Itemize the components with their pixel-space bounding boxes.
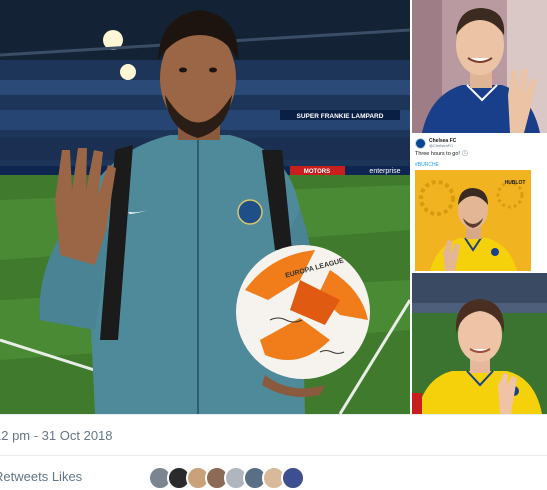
photo-bottom-right[interactable] (412, 273, 547, 414)
photo-top-right[interactable] (412, 0, 547, 133)
embedded-avatar (415, 138, 426, 149)
photo-player-yellow-kit (412, 273, 547, 414)
embedded-tweet-text: Three hours to go! 🕒 (415, 151, 469, 157)
divider-top (0, 414, 547, 415)
liker-avatar[interactable] (281, 466, 305, 490)
photo-embedded-tweet[interactable]: Chelsea FC @ChelseaFC Three hours to go!… (412, 135, 547, 271)
ad-board-enterprise: enterprise (369, 168, 400, 175)
likers-avatars[interactable] (148, 466, 305, 490)
ad-board-motors: MOTORS (304, 169, 330, 175)
embedded-sponsor: HUBLOT (505, 180, 526, 186)
retweets-label[interactable]: Retweets (0, 469, 48, 484)
stadium-banner: SUPER FRANKIE LAMPARD (297, 113, 384, 120)
embedded-account: Chelsea FC @ChelseaFC (429, 139, 456, 148)
embedded-hashtag: #BURCHE (415, 162, 439, 168)
tweet-stats: Retweets Likes (0, 469, 82, 484)
divider-bottom (0, 455, 547, 456)
photo-player-blue-kit (412, 0, 547, 133)
tweet-media-grid[interactable]: SUPER FRANKIE LAMPARD MOTORS enterprise (0, 0, 547, 414)
embedded-tweet-card: Chelsea FC @ChelseaFC Three hours to go!… (412, 135, 547, 271)
likes-label[interactable]: Likes (52, 469, 82, 484)
embedded-handle: @ChelseaFC (429, 143, 454, 148)
embedded-tweet-header: Chelsea FC @ChelseaFC (415, 138, 456, 149)
main-photo-image: SUPER FRANKIE LAMPARD MOTORS enterprise (0, 0, 410, 414)
embedded-tweet-image: HUBLOT (415, 170, 531, 271)
tweet-timestamp[interactable]: 12 pm - 31 Oct 2018 (0, 428, 113, 443)
main-photo[interactable]: SUPER FRANKIE LAMPARD MOTORS enterprise (0, 0, 410, 414)
